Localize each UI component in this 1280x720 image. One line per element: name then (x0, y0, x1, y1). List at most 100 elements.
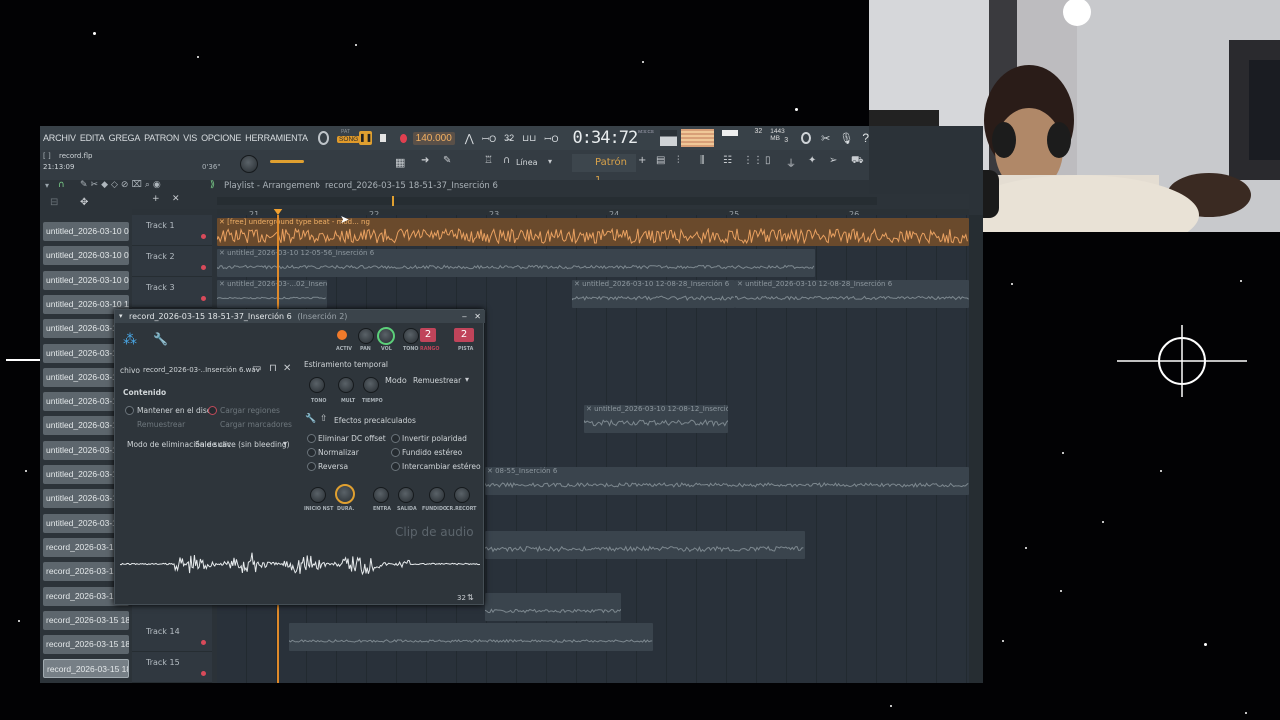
snap-dropdown-icon[interactable]: ▾ (548, 157, 552, 166)
step-icon[interactable]: ꟷO (544, 132, 558, 145)
track-mute-led[interactable] (201, 639, 206, 645)
clip-source-item[interactable]: record_2026-03-15 18-5... (43, 659, 129, 679)
add-track-icon[interactable]: + (152, 194, 160, 204)
time-display[interactable]: 0:34:72 (573, 128, 639, 148)
pan-knob[interactable] (358, 328, 374, 344)
audio-clip[interactable]: ✕ untitled_2026-03-10 12-08-28_Inserción… (572, 280, 735, 308)
file-close-icon[interactable]: ✕ (283, 363, 291, 374)
menu-edita[interactable]: EDITA (78, 133, 107, 143)
audio-clip[interactable]: ✕ untitled_2026-03-10 12-08-12_Inserción… (584, 405, 728, 433)
mic-icon[interactable]: 🎙 (839, 132, 853, 145)
plugin-titlebar[interactable]: ▾ record_2026-03-15 18-51-37_Inserción 6… (115, 310, 485, 323)
track-header[interactable]: Track 1 (132, 215, 212, 246)
track-mute-led[interactable] (201, 670, 206, 676)
stamp-icon[interactable]: ♖ (484, 155, 493, 166)
playhead-marker[interactable] (273, 208, 283, 215)
plugin-database-icon[interactable]: ⋮⋮ (743, 155, 763, 166)
audio-clip[interactable]: ✕ 08-55_Inserción 6 (485, 467, 969, 495)
duracion-knob[interactable] (335, 484, 355, 504)
cargar-regiones-radio[interactable] (208, 406, 217, 415)
activ-knob[interactable] (337, 330, 347, 340)
playlist-icon[interactable]: ▤ (656, 155, 665, 166)
track-mute-led[interactable] (201, 234, 206, 239)
clip-source-item[interactable]: untitled_2026-03-10 09-... (43, 222, 129, 241)
track-header[interactable]: Track 15 (132, 652, 212, 683)
blend-icon[interactable]: ⊔⊔ (522, 133, 536, 144)
reversa-radio[interactable] (307, 462, 316, 471)
salida-knob[interactable] (398, 487, 414, 503)
menu-opciones[interactable]: OPCIONE (199, 133, 243, 143)
dropdown-icon[interactable]: ▾ (45, 181, 49, 190)
clip-list-lock-icon[interactable]: ⊟ (50, 197, 58, 208)
menu-herramientas[interactable]: HERRAMIENTA (243, 133, 310, 143)
countdown-icon[interactable]: 3̶2 (504, 133, 514, 143)
magnet-icon[interactable]: ∩ (503, 155, 510, 166)
fundido-radio[interactable] (391, 448, 400, 457)
record-button[interactable] (400, 133, 407, 143)
browser-icon[interactable]: ☷ (723, 155, 732, 166)
eliminar-dc-radio[interactable] (307, 434, 316, 443)
audio-clip[interactable]: ✕ untitled_2026-03-10 12-05-56_Inserción… (217, 249, 815, 277)
metronome-icon[interactable]: ⋀ (465, 132, 474, 145)
track-header[interactable]: Track 3 (132, 277, 212, 309)
track-header[interactable]: Track 2 (132, 246, 212, 278)
help-icon[interactable]: ? (862, 131, 869, 145)
tools-icon[interactable]: ✂ (821, 132, 830, 145)
wrench-icon[interactable]: 🔧 (153, 332, 168, 346)
arrow-icon[interactable]: ➜ (421, 155, 429, 166)
intercambiar-radio[interactable] (391, 462, 400, 471)
magnet-tool-icon[interactable]: ∩ (58, 180, 65, 190)
close-icon[interactable]: ✕ (474, 310, 481, 323)
track-mute-led[interactable] (201, 296, 206, 302)
clip-source-item[interactable]: untitled_2026-03-10 09-... (43, 246, 129, 266)
tono-knob[interactable] (403, 328, 419, 344)
playlist-tools[interactable]: ✎✂◆◇⊘⌧⌕◉ (80, 180, 164, 190)
pat-song-toggle[interactable]: PAT SONG (337, 129, 361, 147)
master-volume-knob[interactable] (240, 155, 258, 173)
pencil-icon[interactable]: ✎ (443, 155, 451, 166)
snap-select[interactable]: Línea (516, 158, 538, 167)
master-pitch-slider[interactable] (270, 160, 304, 163)
inicio-knob[interactable] (310, 487, 326, 503)
clip-source-item[interactable]: record_2026-03-15 18-5... (43, 610, 129, 630)
audio-clip[interactable]: ✕ untitled_2026-03-...02_Inserción 6 (217, 280, 327, 308)
modo-eliminacion-select[interactable]: Sale suave (sin bleeding) (195, 440, 290, 449)
pick-icon[interactable]: ✦ (808, 155, 816, 166)
audio-clip[interactable]: ✕ untitled_2026-03-10 12-08-28_Inserción… (735, 280, 969, 308)
sample-waveform[interactable] (120, 548, 480, 580)
stop-button[interactable] (380, 134, 387, 142)
clip-source-item[interactable]: record_2026-03-15 18-5... (43, 635, 129, 655)
normalizar-radio[interactable] (307, 448, 316, 457)
track-header[interactable]: Track 14 (132, 621, 212, 652)
rango-display[interactable]: 2 (420, 328, 436, 342)
pattern-select[interactable]: Patrón 1 (572, 154, 636, 186)
cart-icon[interactable]: ⛟ (851, 155, 864, 168)
audio-clip[interactable] (289, 623, 653, 651)
invertir-radio[interactable] (391, 434, 400, 443)
entra-knob[interactable] (373, 487, 389, 503)
modo-select[interactable]: Remuestrear (413, 376, 461, 385)
overview-handle[interactable] (392, 196, 394, 206)
bottom-arrows-icon[interactable]: ⇅ (467, 593, 474, 602)
fx-arrow-icon[interactable]: ⇧ (320, 414, 328, 424)
waveform-tab-icon[interactable]: ⁂ (123, 332, 137, 348)
mantener-radio[interactable] (125, 406, 134, 415)
audio-clip[interactable]: ✕ [free] underground type beat - mod... … (217, 218, 969, 246)
loop-icon[interactable] (317, 131, 330, 145)
modo-eliminacion-dropdown-icon[interactable]: ▾ (283, 439, 287, 448)
audio-clip[interactable] (485, 531, 805, 559)
clip-list-move-icon[interactable]: ✥ (80, 197, 88, 208)
channel-rack-icon[interactable]: ⫶ (677, 155, 680, 166)
file-pin-icon[interactable]: ⊓ (269, 363, 277, 374)
playlist-expand-icon[interactable]: ⟫ (210, 180, 215, 190)
refresh-icon[interactable] (801, 132, 812, 144)
remove-icon[interactable]: ✕ (172, 194, 180, 204)
menu-agrega[interactable]: GREGA (107, 133, 143, 143)
audio-clip[interactable] (485, 593, 621, 621)
stretch-tono-knob[interactable] (309, 377, 325, 393)
add-pattern-icon[interactable]: + (638, 155, 646, 166)
fundido-knob[interactable] (429, 487, 445, 503)
file-name[interactable]: record_2026-03-..Inserción 6.wav (143, 366, 260, 374)
menu-vis[interactable]: VIS (181, 133, 199, 143)
pista-display[interactable]: 2 (454, 328, 474, 342)
